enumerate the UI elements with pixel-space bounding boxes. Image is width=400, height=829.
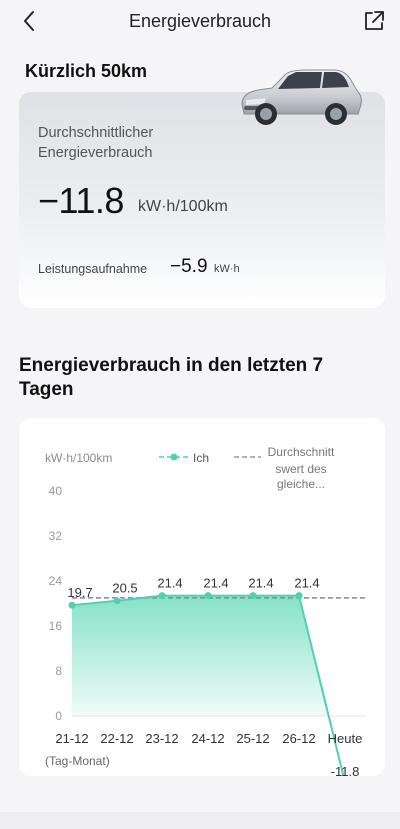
- y-tick-label: 32: [49, 529, 63, 543]
- me-data-point: [113, 597, 121, 605]
- weekly-consumption-heading: Energieverbrauch in den letzten 7 Tagen: [19, 355, 324, 400]
- weekly-consumption-chart: kW·h/100km Ich Durchschnitt swert des gl…: [45, 445, 365, 776]
- x-tick-label: 24-12: [191, 731, 224, 746]
- share-external-icon[interactable]: [362, 9, 386, 33]
- me-data-point: [295, 592, 303, 600]
- y-tick-label: 16: [49, 619, 63, 633]
- average-consumption-label: Durchschnittlicher Energieverbrauch: [38, 125, 154, 161]
- weekly-chart-card: kW·h/100km Ich Durchschnitt swert des gl…: [19, 418, 385, 776]
- y-tick-label: 0: [55, 709, 62, 723]
- data-label: 19.7: [67, 585, 92, 600]
- legend-avg-label-line-1: Durchschnitt: [268, 445, 335, 459]
- x-tick-label: 26-12: [282, 731, 315, 746]
- recent-distance-heading: Kürzlich 50km: [25, 61, 148, 81]
- power-consumption-label: Leistungsaufnahme: [38, 262, 148, 276]
- data-label: 20.5: [112, 581, 137, 596]
- power-consumption-value: −5.9: [170, 256, 208, 277]
- me-data-point: [158, 592, 166, 600]
- y-tick-label: 40: [49, 484, 63, 498]
- car-image: [241, 69, 362, 125]
- y-tick-label: 8: [55, 664, 62, 678]
- data-label: 21.4: [248, 576, 273, 591]
- me-data-point: [249, 592, 257, 600]
- power-consumption-unit: kW·h: [214, 263, 240, 275]
- data-label: 21.4: [157, 576, 182, 591]
- legend-avg-label-line-2: swert des: [275, 462, 326, 476]
- top-bar: Energieverbrauch: [0, 0, 400, 44]
- y-unit-label: kW·h/100km: [45, 451, 112, 465]
- y-tick-label: 24: [49, 574, 63, 588]
- data-label: 21.4: [203, 576, 228, 591]
- legend-avg-label-line-3: gleiche...: [277, 477, 325, 491]
- page-title: Energieverbrauch: [128, 11, 272, 31]
- x-axis-note: (Tag-Monat): [45, 754, 110, 768]
- x-tick-label: 22-12: [100, 731, 133, 746]
- x-tick-label: Heute: [328, 731, 363, 746]
- bottom-strip: [0, 812, 400, 829]
- legend-me-label: Ich: [193, 451, 209, 465]
- legend-me-marker: [170, 453, 178, 461]
- me-data-point: [68, 601, 76, 609]
- average-consumption-unit: kW·h/100km: [138, 198, 228, 215]
- me-data-point: [204, 592, 212, 600]
- x-tick-label: 21-12: [55, 731, 88, 746]
- data-label: -11.8: [331, 764, 360, 776]
- data-label: 21.4: [294, 576, 319, 591]
- x-tick-label: 25-12: [236, 731, 269, 746]
- x-tick-label: 23-12: [145, 731, 178, 746]
- chart-legend: Ich Durchschnitt swert des gleiche...: [159, 445, 335, 491]
- me-area-fill: [72, 595, 329, 716]
- average-consumption-value: −11.8: [38, 180, 124, 221]
